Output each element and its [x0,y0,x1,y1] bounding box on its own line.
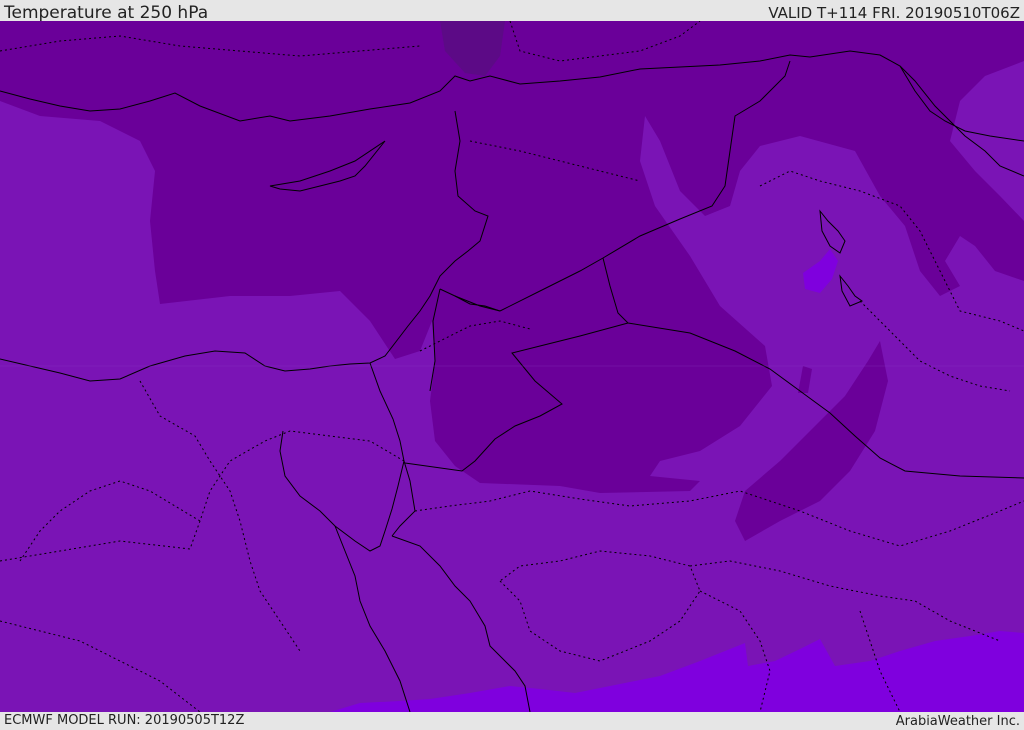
map-canvas [0,21,1024,712]
weather-map[interactable] [0,21,1024,712]
map-title: Temperature at 250 hPa [4,3,209,23]
footer-bar: ECMWF MODEL RUN: 20190505T12Z ArabiaWeat… [0,712,1024,729]
header-bar: Temperature at 250 hPa VALID T+114 FRI. … [0,0,1024,23]
credit-label: ArabiaWeather Inc. [895,714,1020,729]
model-run-label: ECMWF MODEL RUN: 20190505T12Z [4,713,245,728]
valid-time-label: VALID T+114 FRI. 20190510T06Z [768,4,1020,22]
